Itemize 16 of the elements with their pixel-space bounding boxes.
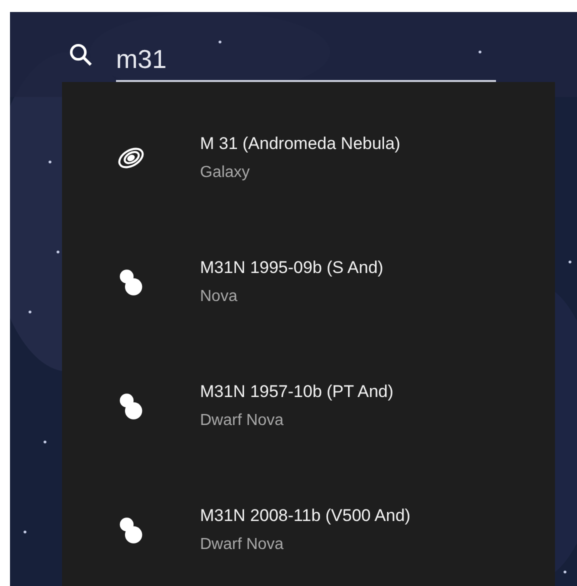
search-icon[interactable] <box>68 42 94 68</box>
object-type: Dwarf Nova <box>200 536 285 554</box>
result-item[interactable]: M31N 2008-11b (V500 And) Dwarf Nova <box>62 468 555 586</box>
object-name: M31N 2008-11b (V500 And) <box>200 506 410 526</box>
double-star-icon <box>118 390 144 422</box>
object-type: Galaxy <box>200 164 251 182</box>
object-name: M31N 1957-10b (PT And) <box>200 382 394 402</box>
object-name: M 31 (Andromeda Nebula) <box>200 134 400 154</box>
double-star-icon <box>118 266 144 298</box>
object-type: Nova <box>200 288 238 306</box>
result-item[interactable]: M31N 1995-09b (S And) Nova <box>62 220 555 344</box>
result-item[interactable]: M 31 (Andromeda Nebula) Galaxy <box>62 96 555 220</box>
result-item[interactable]: M31N 1957-10b (PT And) Dwarf Nova <box>62 344 555 468</box>
object-type: Dwarf Nova <box>200 412 285 430</box>
object-name: M31N 1995-09b (S And) <box>200 258 384 278</box>
double-star-icon <box>118 514 144 546</box>
